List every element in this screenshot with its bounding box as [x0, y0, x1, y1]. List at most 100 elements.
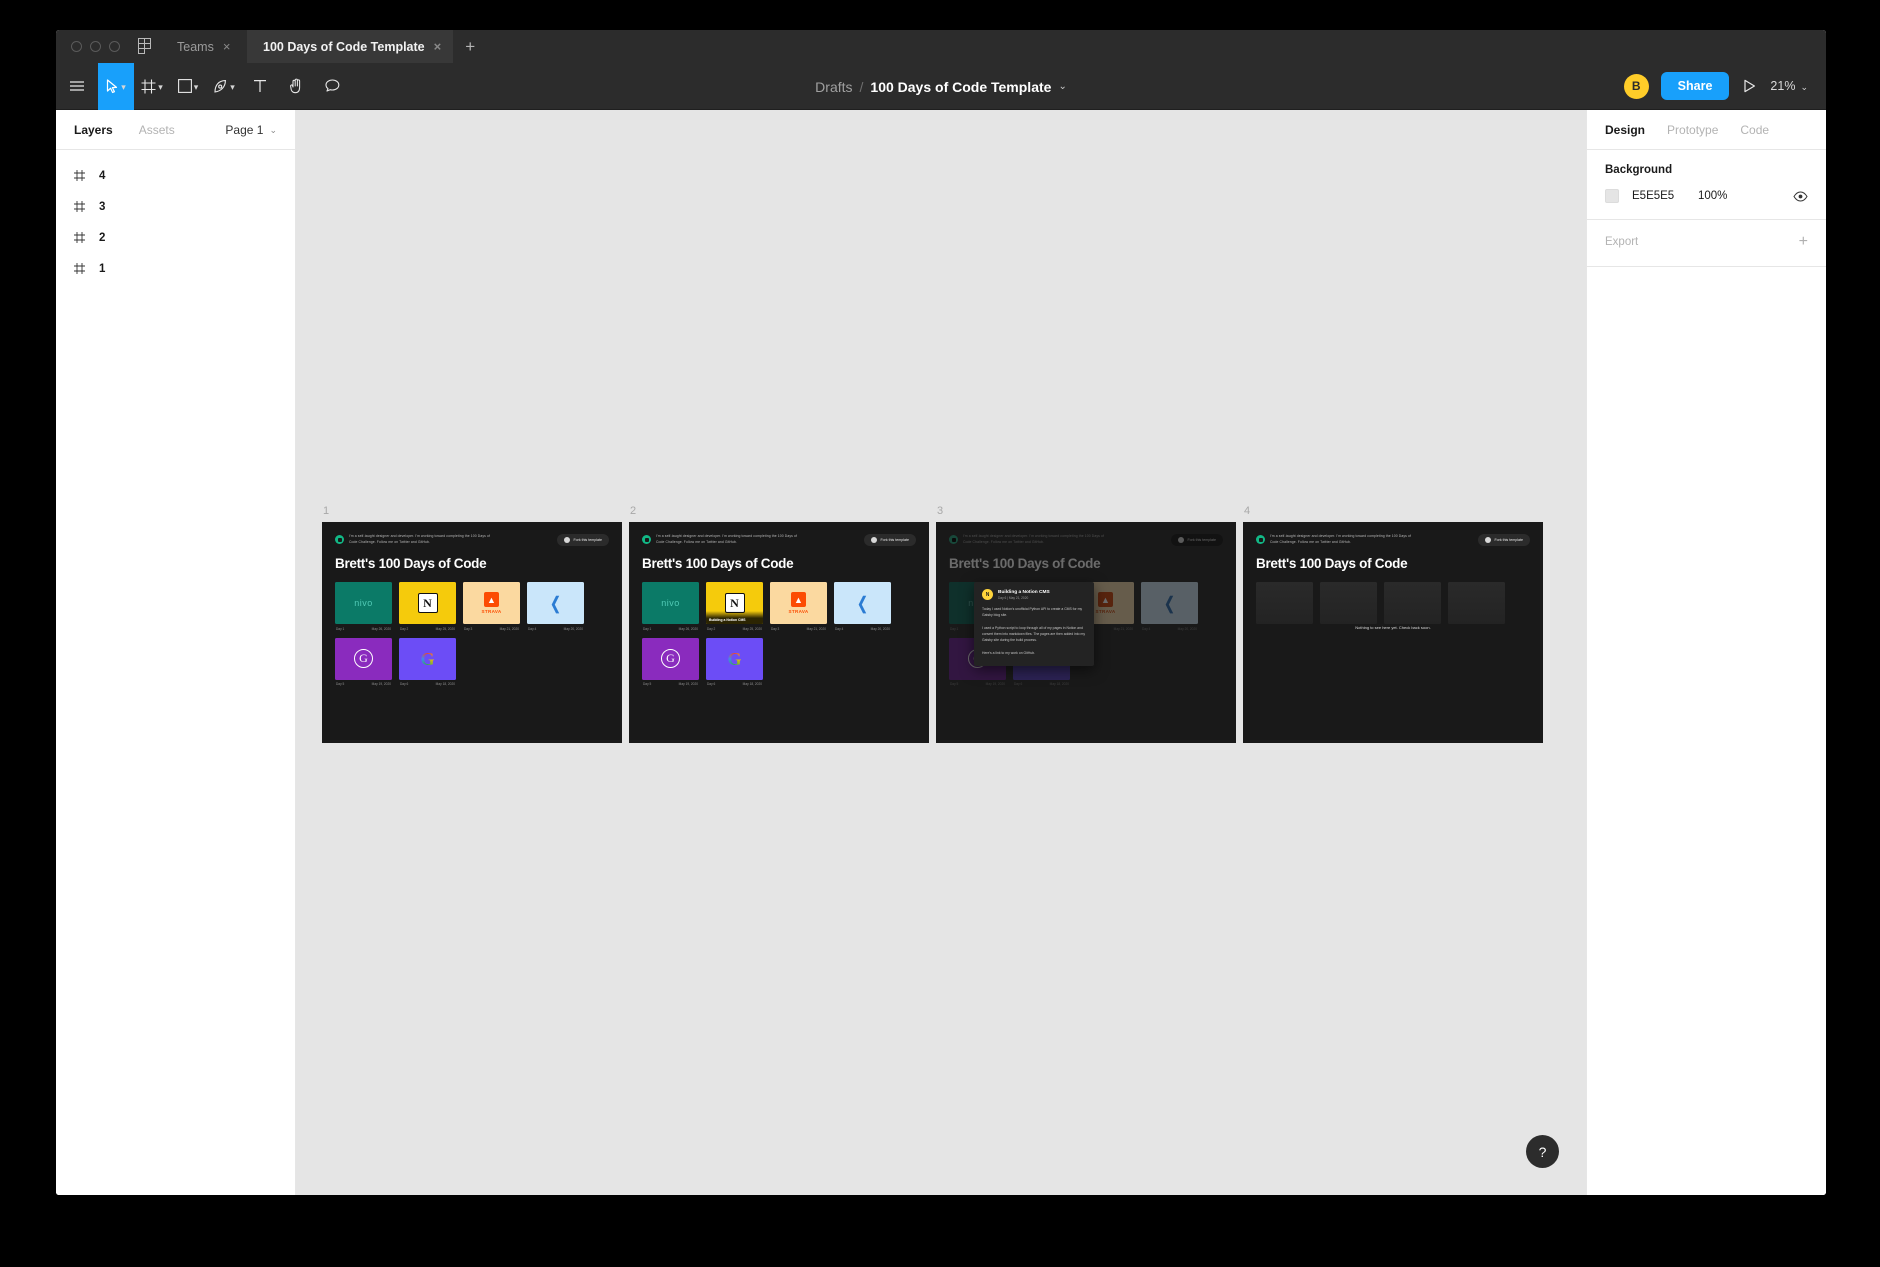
zoom-level-value: 21% — [1770, 79, 1795, 93]
card-date: May 18, 2020 — [743, 682, 762, 686]
help-button[interactable]: ? — [1526, 1135, 1559, 1168]
card-item[interactable]: ❬ Day 4May 20, 2020 — [527, 582, 584, 631]
chevron-down-icon[interactable]: ▾ — [230, 82, 235, 93]
card-item[interactable]: G Day 5May 19, 2020 — [335, 638, 392, 687]
chevron-down-icon[interactable]: ▾ — [194, 82, 199, 93]
text-tool-button[interactable] — [242, 63, 278, 110]
post-detail-modal[interactable]: N Building a Notion CMS Day 6 | May 21, … — [974, 582, 1094, 666]
frame-tool-button[interactable]: ▾ — [134, 63, 170, 110]
fork-template-button[interactable]: Fork this template — [557, 534, 609, 546]
card-day: Day 5 — [336, 682, 344, 686]
modal-paragraph-2: I used a Python script to loop through a… — [982, 626, 1086, 644]
skeleton-card — [1256, 582, 1313, 624]
pen-tool-button[interactable]: ▾ — [206, 63, 242, 110]
card-item[interactable]: N Day 2May 25, 2020 — [399, 582, 456, 631]
chevron-down-icon[interactable]: ▾ — [121, 82, 126, 93]
vscode-logo-icon: ❬ — [548, 595, 562, 612]
card-item[interactable]: ▲STRAVA Day 3May 21, 2020 — [770, 582, 827, 631]
card-date: May 21, 2020 — [1114, 627, 1133, 631]
present-button[interactable] — [1741, 79, 1758, 93]
layer-item-1[interactable]: 1 — [56, 253, 295, 284]
color-swatch[interactable] — [1605, 189, 1619, 203]
chevron-down-icon[interactable]: ⌄ — [1058, 81, 1066, 92]
hand-tool-button[interactable] — [278, 63, 314, 110]
zoom-level-button[interactable]: 21% ⌄ — [1770, 79, 1808, 93]
close-window-button[interactable] — [71, 41, 82, 52]
tab-assets[interactable]: Assets — [139, 123, 175, 137]
tab-prototype[interactable]: Prototype — [1667, 123, 1718, 137]
tab-teams[interactable]: Teams × — [161, 30, 247, 63]
fork-template-button[interactable]: Fork this template — [864, 534, 916, 546]
layer-item-2[interactable]: 2 — [56, 222, 295, 253]
card-day: Day 3 — [771, 627, 779, 631]
card-date: May 21, 2020 — [500, 627, 519, 631]
skeleton-card — [1384, 582, 1441, 624]
card-item[interactable]: ❬ Day 4May 20, 2020 — [1141, 582, 1198, 631]
google-logo-icon: G — [727, 650, 741, 668]
frame-label[interactable]: 1 — [322, 505, 622, 517]
background-hex-input[interactable]: E5E5E5 — [1632, 190, 1698, 202]
canvas[interactable]: 1 I'm a self-taught designer and develop… — [296, 110, 1586, 1195]
minimize-window-button[interactable] — [90, 41, 101, 52]
card-item[interactable]: ▲STRAVA Day 3May 21, 2020 — [463, 582, 520, 631]
card-item[interactable]: nivo Day 1May 26, 2020 — [642, 582, 699, 631]
right-panel: Design Prototype Code Background E5E5E5 … — [1586, 110, 1826, 1195]
card-item-hovered[interactable]: N Building a Notion CMS Day 2May 25, 202… — [706, 582, 763, 631]
cursor-icon — [106, 79, 119, 94]
chevron-down-icon[interactable]: ▾ — [158, 82, 163, 93]
page-selector[interactable]: Page 1 ⌄ — [225, 123, 277, 137]
breadcrumb-parent[interactable]: Drafts — [815, 79, 852, 95]
new-tab-button[interactable]: + — [453, 30, 487, 63]
frame-2[interactable]: I'm a self-taught designer and developer… — [629, 522, 929, 743]
card-date: May 26, 2020 — [679, 627, 698, 631]
card-item[interactable]: G Day 6May 18, 2020 — [706, 638, 763, 687]
github-icon — [1485, 537, 1491, 543]
background-opacity-input[interactable]: 100% — [1698, 190, 1746, 202]
main-body: Layers Assets Page 1 ⌄ 4 — [56, 110, 1826, 1195]
breadcrumb-title[interactable]: 100 Days of Code Template — [870, 79, 1051, 95]
card-day: Day 4 — [528, 627, 536, 631]
maximize-window-button[interactable] — [109, 41, 120, 52]
frame-label[interactable]: 3 — [936, 505, 1236, 517]
card-item[interactable]: G Day 6May 18, 2020 — [399, 638, 456, 687]
frame-1[interactable]: I'm a self-taught designer and developer… — [322, 522, 622, 743]
play-icon — [1743, 79, 1756, 93]
fork-template-button[interactable]: Fork this template — [1171, 534, 1223, 546]
empty-state-message: Nothing to see here yet. Check back soon… — [1243, 625, 1543, 630]
card-day: Day 1 — [336, 627, 344, 631]
frame-3[interactable]: I'm a self-taught designer and developer… — [936, 522, 1236, 743]
card-item[interactable]: nivo Day 1May 26, 2020 — [335, 582, 392, 631]
background-section: Background E5E5E5 100% — [1587, 150, 1826, 220]
frame-icon — [74, 263, 85, 274]
tab-design[interactable]: Design — [1605, 123, 1645, 137]
share-button[interactable]: Share — [1661, 72, 1730, 100]
card-item[interactable]: ❬ Day 4May 20, 2020 — [834, 582, 891, 631]
layer-item-4[interactable]: 4 — [56, 160, 295, 191]
frame-label[interactable]: 4 — [1243, 505, 1543, 517]
avatar[interactable]: B — [1624, 74, 1649, 99]
add-export-button[interactable]: + — [1799, 234, 1808, 250]
eye-icon[interactable] — [1793, 191, 1808, 202]
profile-avatar-icon — [949, 535, 958, 544]
frame-label[interactable]: 2 — [629, 505, 929, 517]
tab-layers[interactable]: Layers — [74, 123, 113, 137]
layer-item-3[interactable]: 3 — [56, 191, 295, 222]
tab-code[interactable]: Code — [1740, 123, 1769, 137]
card-item[interactable]: G Day 5May 19, 2020 — [642, 638, 699, 687]
frame-4[interactable]: I'm a self-taught designer and developer… — [1243, 522, 1543, 743]
tab-100-days-of-code-template[interactable]: 100 Days of Code Template × — [247, 30, 453, 63]
notion-logo-icon: N — [418, 593, 438, 613]
comment-tool-button[interactable] — [314, 63, 350, 110]
figma-logo-icon[interactable] — [134, 30, 161, 63]
card-date: May 25, 2020 — [743, 627, 762, 631]
fork-template-button[interactable]: Fork this template — [1478, 534, 1530, 546]
close-icon[interactable]: × — [434, 40, 442, 53]
close-icon[interactable]: × — [223, 40, 231, 53]
profile-avatar-icon — [642, 535, 651, 544]
main-menu-button[interactable] — [56, 63, 98, 110]
shape-tool-button[interactable]: ▾ — [170, 63, 206, 110]
frame-wrapper-2: 2 I'm a self-taught designer and develop… — [629, 505, 929, 743]
card-day: Day 5 — [643, 682, 651, 686]
move-tool-button[interactable]: ▾ — [98, 63, 134, 110]
hamburger-icon — [69, 80, 85, 92]
